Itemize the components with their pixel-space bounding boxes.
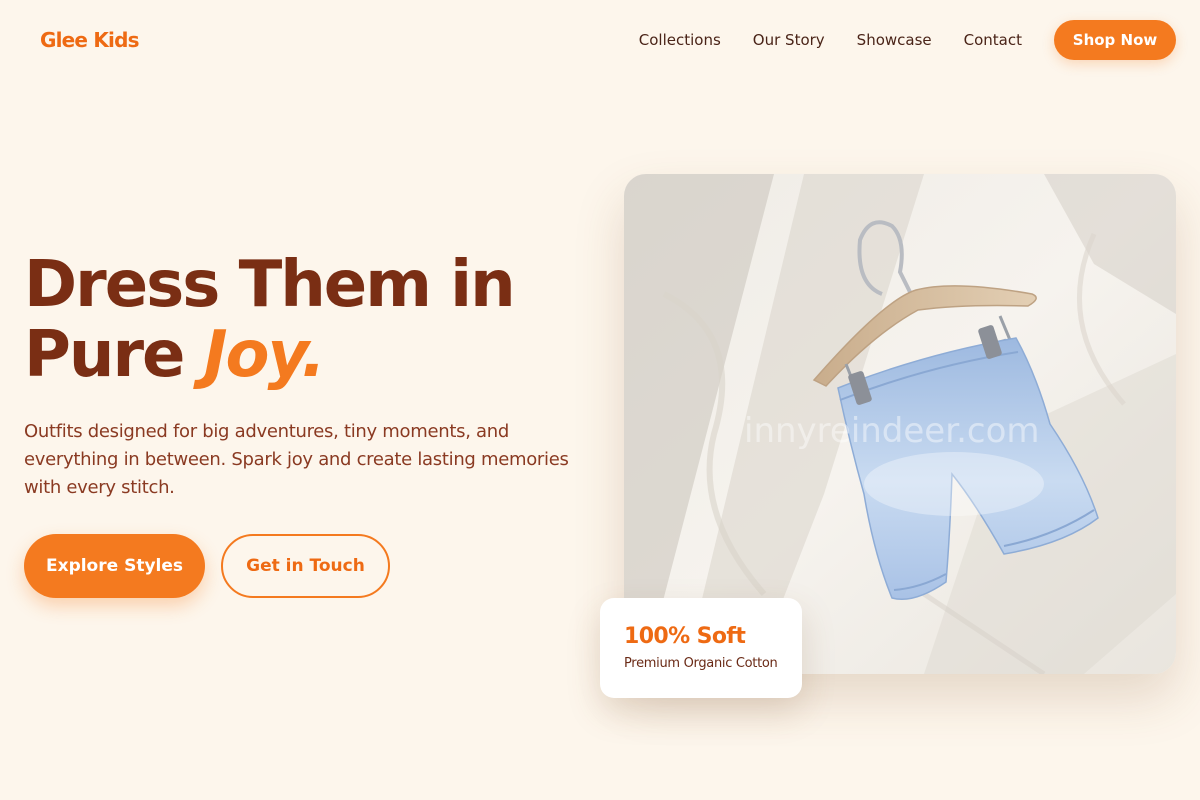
photo-watermark: innyreindeer.com [744, 411, 1040, 451]
nav-link-our-story[interactable]: Our Story [753, 31, 825, 49]
badge-subtitle: Premium Organic Cotton [624, 656, 778, 671]
hero-description: Outfits designed for big adventures, tin… [24, 421, 569, 498]
shop-now-button[interactable]: Shop Now [1054, 20, 1176, 60]
badge-title: 100% Soft [624, 624, 746, 649]
hero-title-accent: Joy. [203, 318, 326, 392]
hero-title: Dress Them in Pure Joy. [24, 248, 516, 392]
explore-styles-button[interactable]: Explore Styles [24, 534, 205, 598]
hero-title-line2: Pure [24, 318, 204, 392]
get-in-touch-button[interactable]: Get in Touch [221, 534, 390, 598]
nav-links: Collections Our Story Showcase Contact S… [639, 20, 1176, 60]
brand-logo[interactable]: Glee Kids [40, 28, 140, 52]
nav-link-contact[interactable]: Contact [964, 31, 1022, 49]
nav-link-collections[interactable]: Collections [639, 31, 721, 49]
feature-badge: 100% Soft Premium Organic Cotton [600, 598, 802, 698]
nav-link-showcase[interactable]: Showcase [857, 31, 932, 49]
hero-title-line1: Dress Them in [24, 248, 516, 322]
top-navigation: Glee Kids Collections Our Story Showcase… [0, 0, 1200, 80]
